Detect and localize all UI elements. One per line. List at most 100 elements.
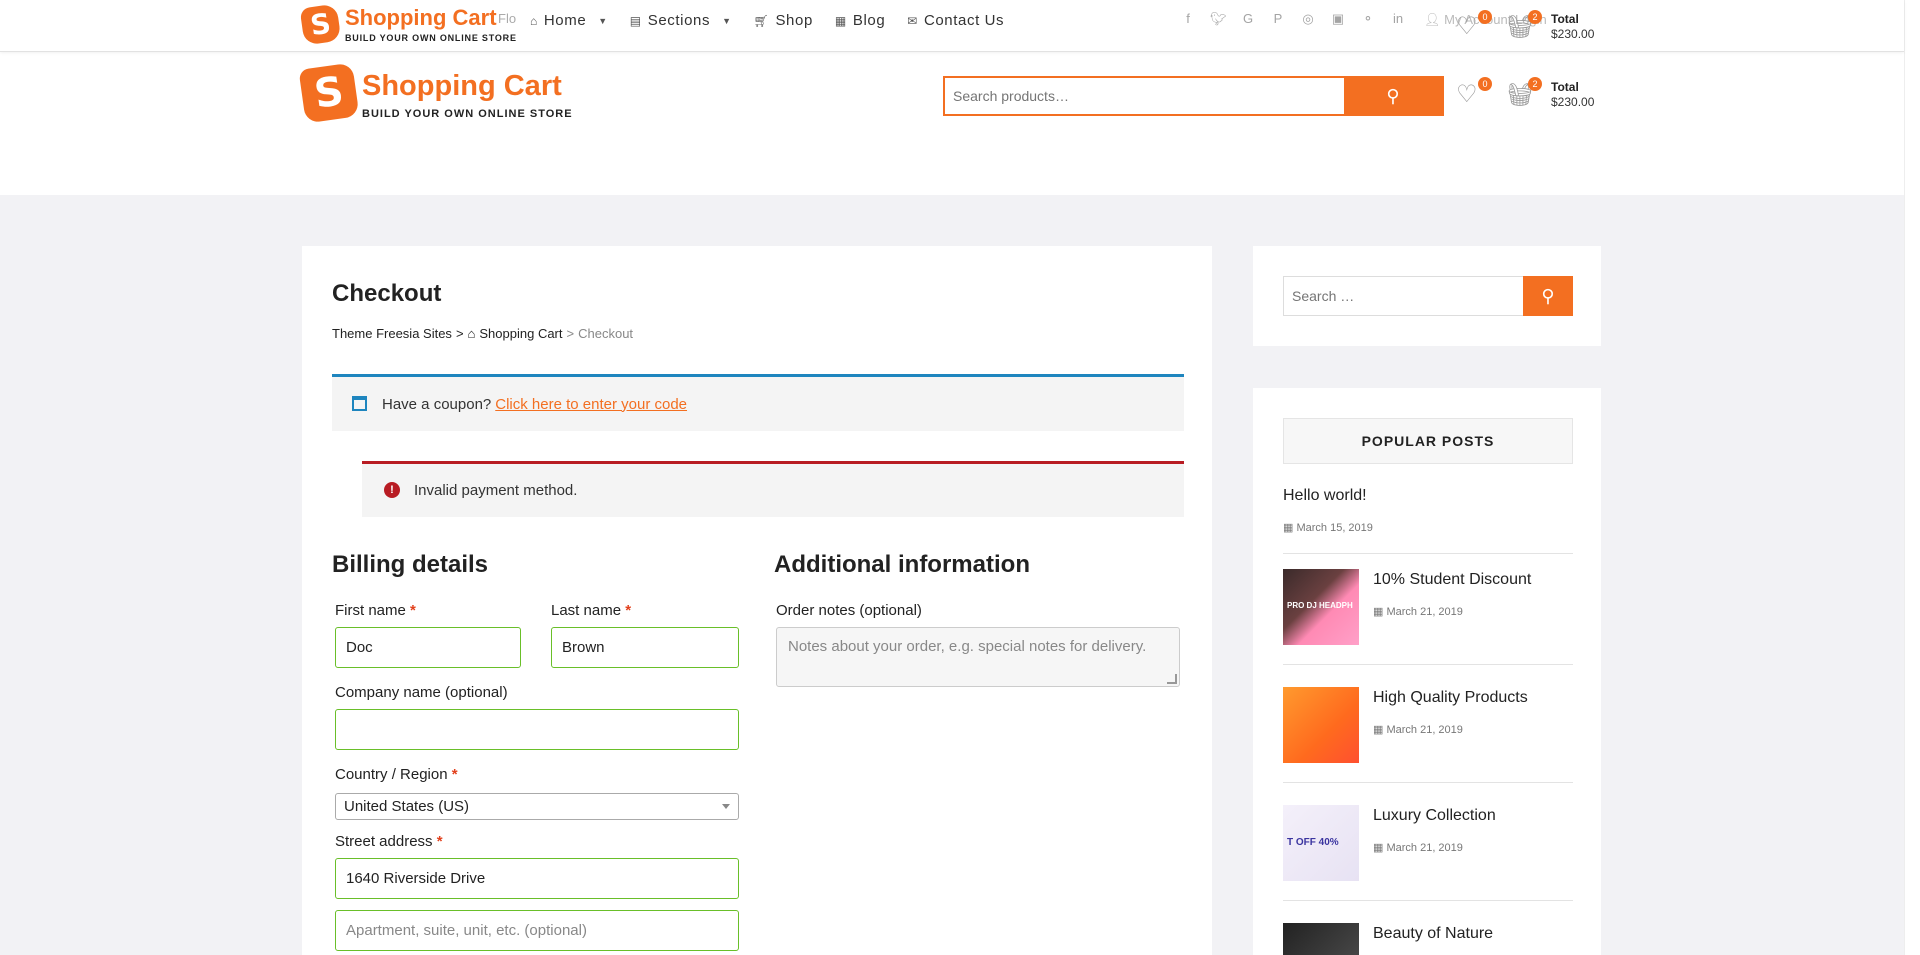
- logo-badge-icon[interactable]: S: [299, 3, 342, 46]
- cart-total-label: Total: [1551, 12, 1579, 26]
- social-links: f 🐦︎ G P ◎ ▣ ⚬ in: [1180, 11, 1406, 27]
- sticky-header: Flo S Shopping Cart BUILD YOUR OWN ONLIN…: [0, 0, 1904, 52]
- post-title[interactable]: Luxury Collection: [1373, 807, 1496, 825]
- scrollbar[interactable]: [1904, 0, 1920, 955]
- error-message: Invalid payment method.: [414, 482, 578, 499]
- mail-icon: ✉: [907, 13, 918, 28]
- blog-icon: ▦: [834, 13, 847, 28]
- cart-count-badge: 2: [1528, 10, 1542, 24]
- product-search-button[interactable]: ⚲: [1344, 78, 1442, 114]
- coupon-text: Have a coupon?: [382, 395, 492, 413]
- home-icon: ⌂: [530, 13, 538, 28]
- cart-total-value: $230.00: [1551, 95, 1595, 109]
- sticky-logo-tagline: BUILD YOUR OWN ONLINE STORE: [345, 33, 517, 43]
- product-search-input[interactable]: [945, 78, 1345, 114]
- last-name-label: Last name *: [551, 602, 631, 619]
- facebook-icon[interactable]: f: [1180, 11, 1196, 27]
- required-mark: *: [625, 602, 632, 619]
- logo-badge-icon[interactable]: S: [298, 62, 360, 124]
- post-date: ▦ March 15, 2019: [1283, 521, 1373, 534]
- cart-total-value: $230.00: [1551, 27, 1595, 41]
- apartment-field[interactable]: Apartment, suite, unit, etc. (optional): [335, 910, 739, 951]
- sidebar-search-form: ⚲: [1283, 276, 1573, 316]
- country-value: United States (US): [344, 798, 470, 815]
- street-label-text: Street address: [335, 833, 433, 850]
- nav-label-blog: Blog: [852, 12, 886, 29]
- first-name-label: First name *: [335, 602, 416, 619]
- street-address-field[interactable]: 1640 Riverside Drive: [335, 858, 739, 899]
- calendar-icon: ▦: [1373, 606, 1384, 618]
- nav-item-home[interactable]: ⌂ Home ▼: [530, 12, 608, 29]
- post-thumbnail[interactable]: T OFF 40%: [1283, 805, 1359, 881]
- last-name-field[interactable]: Brown: [551, 627, 739, 668]
- coupon-link[interactable]: Click here to enter your code: [495, 396, 687, 413]
- chevron-down-icon: ▼: [722, 15, 732, 26]
- post-thumbnail[interactable]: [1283, 923, 1359, 955]
- breadcrumb-root[interactable]: Theme Freesia Sites: [332, 326, 452, 341]
- order-notes-label: Order notes (optional): [776, 602, 922, 619]
- billing-heading: Billing details: [332, 551, 489, 578]
- site-logo-title[interactable]: Shopping Cart: [362, 70, 562, 103]
- calendar-icon: ▦: [1373, 842, 1384, 854]
- page-title: Checkout: [332, 280, 442, 307]
- cart-total-label: Total: [1551, 80, 1579, 94]
- pinterest-icon[interactable]: P: [1270, 11, 1286, 27]
- required-mark: *: [451, 766, 458, 783]
- post-date-text: March 21, 2019: [1386, 842, 1463, 854]
- wishlist-heart-icon[interactable]: ♡: [1456, 80, 1478, 109]
- nav-item-contact[interactable]: ✉ Contact Us: [907, 12, 1004, 29]
- post-title[interactable]: 10% Student Discount: [1373, 571, 1531, 589]
- user-icon: 👤︎: [1424, 12, 1441, 27]
- chevron-down-icon: ▼: [598, 15, 608, 26]
- order-notes-placeholder: Notes about your order, e.g. special not…: [788, 638, 1147, 655]
- wishlist-heart-icon[interactable]: ♡: [1456, 12, 1478, 41]
- post-thumbnail[interactable]: PRO DJ HEADPH: [1283, 569, 1359, 645]
- sidebar-search-input[interactable]: [1284, 277, 1514, 315]
- google-plus-icon[interactable]: G: [1240, 11, 1256, 27]
- resize-handle-icon[interactable]: [1167, 674, 1177, 684]
- nav-label-home: Home: [543, 12, 587, 29]
- nav-item-blog[interactable]: ▦ Blog: [835, 12, 885, 29]
- country-select[interactable]: United States (US): [335, 793, 739, 820]
- dribbble-icon[interactable]: ◎: [1300, 11, 1316, 27]
- nav-label-contact: Contact Us: [923, 12, 1005, 29]
- overlapped-text: Flo: [498, 11, 517, 26]
- sticky-logo-title[interactable]: Shopping Cart: [345, 5, 497, 31]
- required-mark: *: [436, 833, 443, 850]
- flickr-icon[interactable]: ⚬: [1360, 11, 1376, 27]
- breadcrumb: Theme Freesia Sites > ⌂ Shopping Cart > …: [332, 326, 633, 341]
- nav-item-sections[interactable]: ▤ Sections ▼: [630, 12, 732, 29]
- additional-heading: Additional information: [774, 551, 1030, 578]
- first-name-label-text: First name: [335, 602, 406, 619]
- post-thumbnail[interactable]: [1283, 687, 1359, 763]
- sidebar-search-button[interactable]: ⚲: [1523, 276, 1573, 316]
- coupon-notice: Have a coupon? Click here to enter your …: [332, 374, 1184, 431]
- instagram-icon[interactable]: ▣: [1330, 11, 1346, 27]
- post-date: ▦ March 21, 2019: [1373, 605, 1463, 618]
- product-search-form: ⚲: [943, 76, 1444, 116]
- last-name-label-text: Last name: [551, 602, 622, 619]
- post-title[interactable]: Hello world!: [1283, 487, 1367, 505]
- twitter-icon[interactable]: 🐦︎: [1210, 11, 1227, 27]
- required-mark: *: [410, 602, 416, 619]
- breadcrumb-separator: >: [566, 326, 575, 341]
- wishlist-count-badge: 0: [1478, 77, 1492, 91]
- linkedin-icon[interactable]: in: [1390, 11, 1406, 27]
- post-title[interactable]: High Quality Products: [1373, 689, 1528, 707]
- nav-item-shop[interactable]: 🛒︎ Shop: [754, 12, 813, 29]
- post-date-text: March 21, 2019: [1386, 724, 1463, 736]
- post-date: ▦ March 21, 2019: [1373, 841, 1463, 854]
- search-icon: ⚲: [1386, 85, 1400, 106]
- main-nav: ⌂ Home ▼ ▤ Sections ▼ 🛒︎ Shop ▦ Blog ✉ C…: [530, 12, 1004, 29]
- site-logo-tagline: BUILD YOUR OWN ONLINE STORE: [362, 108, 573, 120]
- order-notes-textarea[interactable]: Notes about your order, e.g. special not…: [776, 627, 1180, 687]
- country-label: Country / Region *: [335, 766, 458, 783]
- company-field[interactable]: [335, 709, 739, 750]
- checkout-content: Checkout Theme Freesia Sites > ⌂ Shoppin…: [302, 246, 1212, 955]
- sidebar-search-widget: ⚲: [1253, 246, 1601, 346]
- breadcrumb-parent[interactable]: Shopping Cart: [479, 326, 562, 341]
- breadcrumb-current: Checkout: [578, 326, 634, 341]
- first-name-field[interactable]: Doc: [335, 627, 521, 668]
- post-title[interactable]: Beauty of Nature: [1373, 925, 1493, 943]
- thumbnail-caption: PRO DJ HEADPH: [1287, 601, 1353, 610]
